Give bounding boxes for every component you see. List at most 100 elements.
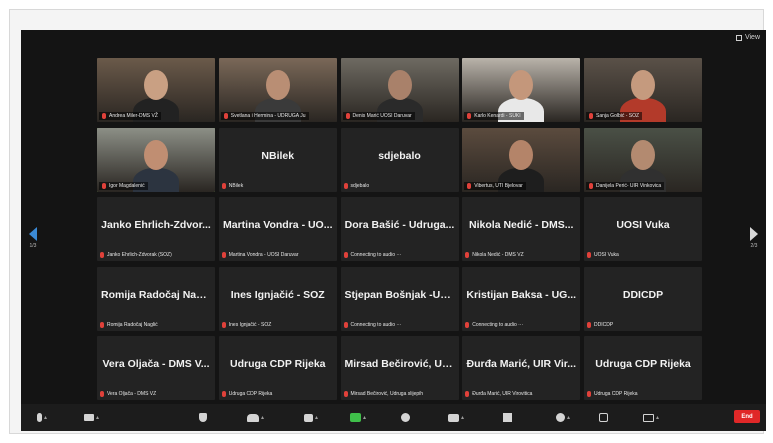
- participant-caption: Sanja Golbić - SOZ: [596, 113, 640, 119]
- mute-button[interactable]: ▴: [37, 411, 47, 424]
- participant-display-name: Udruga CDP Rijeka: [230, 358, 326, 370]
- record-button[interactable]: [401, 411, 410, 424]
- participant-tile[interactable]: Udruga CDP Rijeka Udruga CDP Rijeka: [218, 336, 337, 400]
- shield-icon: [199, 413, 207, 422]
- participant-tile[interactable]: Stjepan Bošnjak -UG... Connecting to audi…: [340, 266, 459, 331]
- muted-microphone-icon: [221, 252, 226, 258]
- participant-caption: Connecting to audio ···: [350, 252, 402, 258]
- participant-tile[interactable]: Dora Bašić - Udruga... Connecting to audi…: [340, 197, 459, 261]
- closed-caption-button[interactable]: ▴: [448, 411, 464, 424]
- participant-caption: UOSI Vuka: [594, 252, 619, 258]
- participant-name-label: Ines Ignjačić - SOZ: [221, 321, 334, 328]
- muted-microphone-icon: [102, 113, 106, 119]
- participant-caption: Janko Ehrlich-Zdvorak (SOZ): [107, 252, 172, 258]
- participant-display-name: UOSI Vuka: [616, 219, 670, 231]
- participant-name-label: Vibertus, UTI Bjelovar: [464, 181, 526, 190]
- chat-button[interactable]: ▴: [304, 411, 318, 424]
- participant-name-label: Nikola Nedić - DMS VŽ: [465, 252, 577, 258]
- participant-tile[interactable]: Andrea Miler-DMS VŽ: [97, 58, 215, 122]
- participants-icon: [247, 413, 259, 422]
- video-button[interactable]: ▴: [84, 411, 99, 424]
- participant-name-label: Danijela Perić- UIR Vinkovica: [586, 181, 665, 190]
- next-page-button[interactable]: 2/3: [746, 210, 762, 266]
- participant-caption: Đurđa Marić, UIR Virovitica: [472, 391, 533, 397]
- participant-name-label: Andrea Miler-DMS VŽ: [99, 112, 161, 120]
- security-button[interactable]: [199, 411, 207, 424]
- page-indicator: 1/3: [29, 243, 37, 249]
- participant-display-name: DDICDP: [622, 288, 664, 301]
- participant-display-name: Mirsad Bečirović, Ud...: [344, 358, 455, 370]
- end-meeting-button[interactable]: End: [734, 410, 760, 423]
- participant-caption: Udruga CDP Rijeka: [594, 391, 638, 397]
- participant-tile[interactable]: Kristijan Baksa - UG... Connecting to aud…: [462, 266, 581, 331]
- participant-tile[interactable]: sdjebalo sdjebalo: [340, 127, 459, 192]
- participant-tile[interactable]: Vibertus, UTI Bjelovar: [462, 127, 581, 192]
- muted-microphone-icon: [221, 391, 226, 397]
- participant-name-label: Connecting to audio ···: [465, 321, 577, 328]
- participant-caption: Vibertus, UTI Bjelovar: [474, 182, 523, 189]
- participant-display-name: Dora Bašić - Udruga...: [344, 219, 455, 231]
- muted-microphone-icon: [345, 113, 350, 119]
- apps-button[interactable]: [599, 411, 608, 424]
- participant-name-label: Connecting to audio ···: [343, 252, 456, 258]
- participant-tile[interactable]: DDICDP DDICDP: [584, 266, 702, 331]
- breakout-rooms-button[interactable]: [503, 411, 512, 424]
- muted-microphone-icon: [102, 182, 106, 189]
- participant-caption: Martina Vondra - UOSI Daruvar: [228, 252, 299, 258]
- reactions-button[interactable]: ▴: [556, 411, 570, 424]
- muted-microphone-icon: [587, 252, 591, 258]
- muted-microphone-icon: [343, 182, 348, 189]
- participant-name-label: Mirsad Bečirović, Udruga slijepih: [343, 391, 456, 397]
- participant-face: [631, 139, 655, 170]
- chevron-right-icon: [750, 227, 758, 241]
- participant-face: [265, 70, 290, 100]
- participant-name-label: Connecting to audio ···: [343, 321, 456, 328]
- participant-tile[interactable]: Sanja Golbić - SOZ: [584, 58, 702, 122]
- chevron-left-icon: [29, 227, 37, 241]
- chevron-up-icon: ▴: [656, 415, 660, 421]
- record-icon: [401, 413, 410, 422]
- participant-tile[interactable]: UOSI Vuka UOSI Vuka: [584, 197, 702, 261]
- participant-display-name: sdjebalo: [378, 149, 421, 162]
- participant-tile[interactable]: Denis Marić UOSI Daruvar: [340, 58, 459, 122]
- participant-caption: Danijela Perić- UIR Vinkovica: [596, 182, 662, 189]
- participant-tile[interactable]: Vera Oljača - DMS V... Vera Oljača - DMS …: [97, 336, 215, 400]
- muted-microphone-icon: [343, 252, 348, 258]
- participant-display-name: Martina Vondra - UO...: [223, 219, 333, 231]
- muted-microphone-icon: [221, 321, 226, 328]
- participant-tile[interactable]: Ines Ignjačić - SOZ Ines Ignjačić - SOZ: [218, 266, 337, 331]
- previous-page-button[interactable]: 1/3: [25, 210, 41, 266]
- participant-tile[interactable]: NBilek NBilek: [218, 127, 337, 192]
- participant-tile[interactable]: Danijela Perić- UIR Vinkovica: [584, 127, 702, 192]
- participant-tile[interactable]: Karlo Kenardi - SUKI: [462, 58, 581, 122]
- participant-tile[interactable]: Mirsad Bečirović, Ud... Mirsad Bečirović,…: [340, 336, 459, 400]
- participant-tile[interactable]: Udruga CDP Rijeka Udruga CDP Rijeka: [584, 336, 702, 400]
- muted-microphone-icon: [587, 391, 591, 397]
- participant-display-name: Janko Ehrlich-Zdvor...: [101, 219, 211, 231]
- participant-tile[interactable]: Đurđa Marić, UIR Vir... Đurđa Marić, UIR …: [462, 336, 581, 400]
- share-screen-button[interactable]: ▴: [350, 411, 366, 424]
- participant-tile[interactable]: Svetlana i Hermina - UDRUGA Ju: [218, 58, 337, 122]
- cc-icon: [448, 413, 459, 422]
- participant-tile[interactable]: Romija Radočaj Naglić Romija Radočaj Nagl…: [97, 266, 215, 331]
- participant-tile[interactable]: Igor Magdalenić: [97, 127, 215, 192]
- participant-caption: Connecting to audio ···: [350, 321, 402, 328]
- meeting-window: View 1/3 2/3 Andrea Miler-DMS VŽ Svetlana…: [21, 30, 766, 431]
- participant-name-label: UOSI Vuka: [587, 252, 699, 258]
- participant-tile[interactable]: Martina Vondra - UO... Martina Vondra - U…: [218, 197, 337, 261]
- chevron-up-icon: ▴: [261, 415, 265, 421]
- meeting-toolbar: ▴ ▴ ▴ ▴ ▴ ▴ ▴ ▴ End: [21, 404, 766, 431]
- participant-name-label: Vera Oljača - DMS VŽ: [100, 391, 212, 397]
- muted-microphone-icon: [100, 391, 104, 397]
- participant-name-label: Udruga CDP Rijeka: [587, 391, 699, 397]
- participant-display-name: NBilek: [261, 149, 295, 162]
- participant-face: [144, 70, 168, 100]
- participant-name-label: DDICDP: [587, 321, 699, 328]
- view-button[interactable]: View: [735, 34, 760, 41]
- whiteboard-button[interactable]: ▴: [643, 411, 659, 424]
- muted-microphone-icon: [343, 391, 348, 397]
- participant-tile[interactable]: Janko Ehrlich-Zdvor... Janko Ehrlich-Zdvo…: [97, 197, 215, 261]
- muted-microphone-icon: [465, 321, 470, 328]
- participant-tile[interactable]: Nikola Nedić - DMS... Nikola Nedić - DMS …: [462, 197, 581, 261]
- participants-button[interactable]: ▴: [247, 411, 264, 424]
